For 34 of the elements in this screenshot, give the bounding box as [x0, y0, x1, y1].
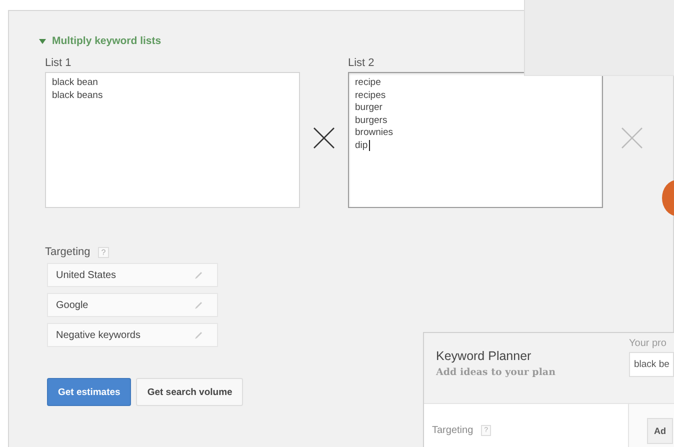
- text-caret: [368, 140, 370, 152]
- keyword-line: brownies: [355, 127, 394, 140]
- inset-subtitle: Add ideas to your plan: [436, 367, 556, 378]
- pencil-icon[interactable]: [194, 330, 203, 340]
- targeting-text: United States: [56, 270, 116, 280]
- pencil-icon[interactable]: [194, 270, 203, 280]
- list-label: List 2: [348, 57, 376, 69]
- pencil-icon[interactable]: [194, 300, 203, 310]
- multiply-icon: [621, 127, 643, 149]
- product-label: Your pro: [629, 338, 668, 349]
- keyword-line: black bean: [52, 77, 98, 90]
- targeting-label: Targeting: [45, 246, 90, 258]
- targeting-item[interactable]: United States: [47, 263, 218, 287]
- get-estimates-button[interactable]: Get estimates: [47, 378, 132, 406]
- product-field[interactable]: black be: [629, 352, 674, 377]
- expand-triangle-icon[interactable]: [39, 38, 46, 44]
- targeting-text: Google: [56, 300, 88, 310]
- keyword-field[interactable]: recipe recipes burger burgers brownies dip: [348, 72, 603, 208]
- keyword-line: dip: [355, 140, 368, 152]
- targeting-item[interactable]: Negative keywords: [47, 323, 218, 347]
- get-volume-button[interactable]: Get search volume: [136, 378, 244, 406]
- keyword-field[interactable]: black bean black beans: [45, 72, 300, 208]
- targeting-text: Negative keywords: [56, 330, 140, 340]
- add-button[interactable]: Ad: [647, 418, 673, 444]
- keyword-line: recipe: [355, 77, 381, 90]
- keyword-line: burger: [355, 102, 382, 114]
- multiply-icon: [313, 127, 335, 149]
- keyword-line: black beans: [52, 90, 103, 102]
- inset-targeting-label: Targeting: [432, 425, 474, 436]
- targeting-item[interactable]: Google: [47, 293, 218, 317]
- list-label: List 1: [45, 57, 72, 69]
- keyword-line: recipes: [355, 90, 386, 102]
- keyword-line: burgers: [355, 114, 388, 127]
- inset-title: Keyword Planner: [436, 349, 532, 363]
